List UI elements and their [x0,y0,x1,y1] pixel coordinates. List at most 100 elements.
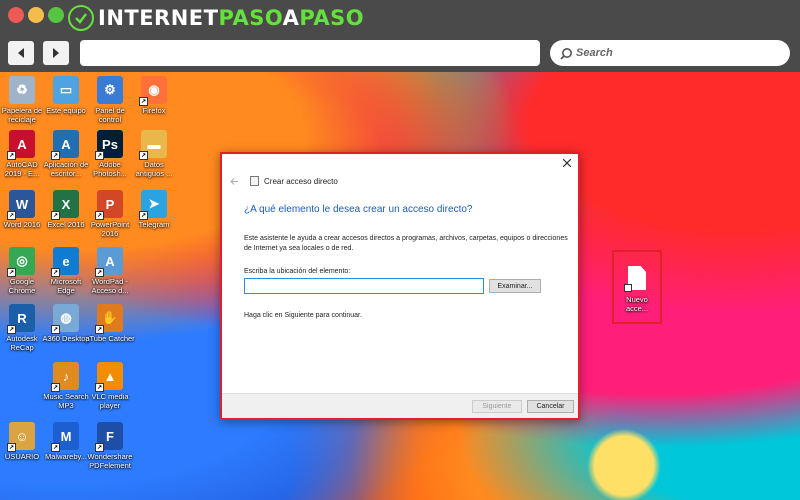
desktop-icon-item[interactable]: P ↗ PowerPoint 2016 [88,190,132,238]
desktop-icon-label: A360 Desktop [42,334,90,343]
desktop-icon-label: Wondershare PDFelement [87,452,133,470]
desktop-icon-item[interactable]: ☺ ↗ USUARIO [0,422,44,462]
forward-button[interactable] [43,41,69,65]
back-button[interactable] [8,41,34,65]
desktop-icon-label: VLC media player [91,392,129,410]
site-logo: INTERNETPASOAPASO [68,3,364,33]
desktop-icon-label: USUARIO [4,452,40,461]
powerpoint-icon: P ↗ [95,190,123,220]
vlc-icon: ▲ ↗ [95,362,123,392]
desktop-icon-item[interactable]: M ↗ Malwareby... [44,422,88,462]
search-box[interactable]: Search [550,40,790,66]
desktop-icon-item[interactable]: ▬ ↗ Datos antiguos ... [132,130,176,178]
shortcut-arrow-icon: ↗ [139,211,148,220]
word-icon: W ↗ [7,190,35,220]
desktop-icon-item[interactable]: R ↗ Autodesk ReCap [0,304,44,352]
desktop-icon-item[interactable]: A ↗ WordPad - Acceso d... [88,247,132,295]
browse-button[interactable]: Examinar... [489,279,541,293]
shortcut-arrow-icon: ↗ [95,383,104,392]
music-search-icon: ♪ ↗ [51,362,79,392]
shortcut-arrow-icon [624,284,632,292]
dialog-hint: Haga clic en Siguiente para continuar. [244,312,362,319]
arrow-left-icon [18,48,24,58]
desktop-icon-label: Firefox [142,106,166,115]
desktop-icon-item[interactable]: F ↗ Wondershare PDFelement [88,422,132,470]
close-window-button[interactable] [8,7,24,23]
cancel-button[interactable]: Cancelar [527,400,574,413]
minimize-window-button[interactable] [28,7,44,23]
firefox-icon: ◉ ↗ [139,76,167,106]
desktop-icon-item[interactable]: Ps ↗ Adobe Photosh... [88,130,132,178]
recap-icon: R ↗ [7,304,35,334]
search-icon [560,47,572,60]
logo-check-icon [68,5,94,31]
desktop-icon-label: Music Search MP3 [43,392,89,410]
address-bar[interactable] [80,40,540,66]
desktop-icon-label: Datos antiguos ... [135,160,173,178]
shortcut-arrow-icon: ↗ [7,268,16,277]
desktop-icon-item[interactable]: W ↗ Word 2016 [0,190,44,230]
desktop-icon-item[interactable]: ◉ ↗ Firefox [132,76,176,116]
desktop-icon-item[interactable]: ♻ Papelera de reciclaje [0,76,44,124]
atube-icon: ✋ ↗ [95,304,123,334]
desktop-icon-item[interactable]: ⚙ Panel de control [88,76,132,124]
shortcut-arrow-icon: ↗ [51,325,60,334]
desktop-icon-label: Word 2016 [3,220,41,229]
shortcut-arrow-icon: ↗ [51,383,60,392]
browser-titlebar: INTERNETPASOAPASO [0,0,800,36]
dialog-heading: ¿A qué elemento le desea crear un acceso… [244,204,473,215]
pdfelement-icon: F ↗ [95,422,123,452]
desktop-icon-label: Este equipo [46,106,86,115]
desktop-icon-item[interactable]: ➤ ↗ Telegram [132,190,176,230]
user-folder-icon: ☺ ↗ [7,422,35,452]
new-shortcut-highlight[interactable]: Nuevo acce... [612,250,662,324]
edge-icon: e ↗ [51,247,79,277]
close-icon [563,159,571,167]
dialog-header: Crear acceso directo [228,174,338,188]
shortcut-arrow-icon: ↗ [7,325,16,334]
desktop-icon-label: aTube Catcher [85,334,135,343]
desktop-icon-item[interactable]: X ↗ Excel 2016 [44,190,88,230]
desktop-icon-item[interactable]: A ↗ Aplicación de escritor... [44,130,88,178]
shortcut-arrow-icon: ↗ [51,211,60,220]
shortcut-arrow-icon: ↗ [95,151,104,160]
logo-text-paso: PASO [218,6,283,30]
desktop-icon-item[interactable]: ◍ ↗ A360 Desktop [42,304,90,344]
computer-icon: ▭ [53,76,79,104]
shortcut-arrow-icon: ↗ [95,325,104,334]
desktop-icon-label: Autodesk ReCap [6,334,38,352]
desktop-icon-item[interactable]: ✋ ↗ aTube Catcher [85,304,135,344]
dialog-close-button[interactable] [560,156,574,170]
desktop-icon-label: Malwareby... [45,452,87,461]
recycle-bin-icon: ♻ [9,76,35,104]
autodesk-app-icon: A ↗ [51,130,79,160]
desktop-icon-label: Google Chrome [8,277,36,295]
desktop-icon-item[interactable]: ◎ ↗ Google Chrome [0,247,44,295]
control-panel-icon: ⚙ [97,76,123,104]
location-input[interactable] [244,278,484,294]
shortcut-arrow-icon: ↗ [95,268,104,277]
desktop-icon-item[interactable]: ▲ ↗ VLC media player [88,362,132,410]
desktop-icon-item[interactable]: e ↗ Microsoft Edge [44,247,88,295]
photoshop-icon: Ps ↗ [95,130,123,160]
create-shortcut-dialog: Crear acceso directo ¿A qué elemento le … [220,152,580,420]
desktop-icon-label: AutoCAD 2019 - E... [4,160,40,178]
arrow-left-icon [229,177,238,185]
dialog-back-button[interactable] [228,175,240,187]
desktop-icon-item[interactable]: ♪ ↗ Music Search MP3 [43,362,89,410]
desktop-icon-label: Microsoft Edge [50,277,82,295]
next-button[interactable]: Siguiente [472,400,522,413]
maximize-window-button[interactable] [48,7,64,23]
desktop-icon-item[interactable]: A ↗ AutoCAD 2019 - E... [0,130,44,178]
chrome-icon: ◎ ↗ [7,247,35,277]
dialog-footer: Siguiente Cancelar [222,393,578,418]
desktop-icon-label: Aplicación de escritor... [43,160,89,178]
shortcut-arrow-icon: ↗ [7,443,16,452]
logo-text-a: A [282,6,300,30]
shortcut-arrow-icon: ↗ [51,443,60,452]
desktop-icon-label: Adobe Photosh... [93,160,127,178]
logo-text: INTERNETPASOAPASO [98,6,364,30]
desktop-icon-item[interactable]: ▭ Este equipo [44,76,88,116]
shortcut-arrow-icon: ↗ [7,151,16,160]
telegram-icon: ➤ ↗ [139,190,167,220]
